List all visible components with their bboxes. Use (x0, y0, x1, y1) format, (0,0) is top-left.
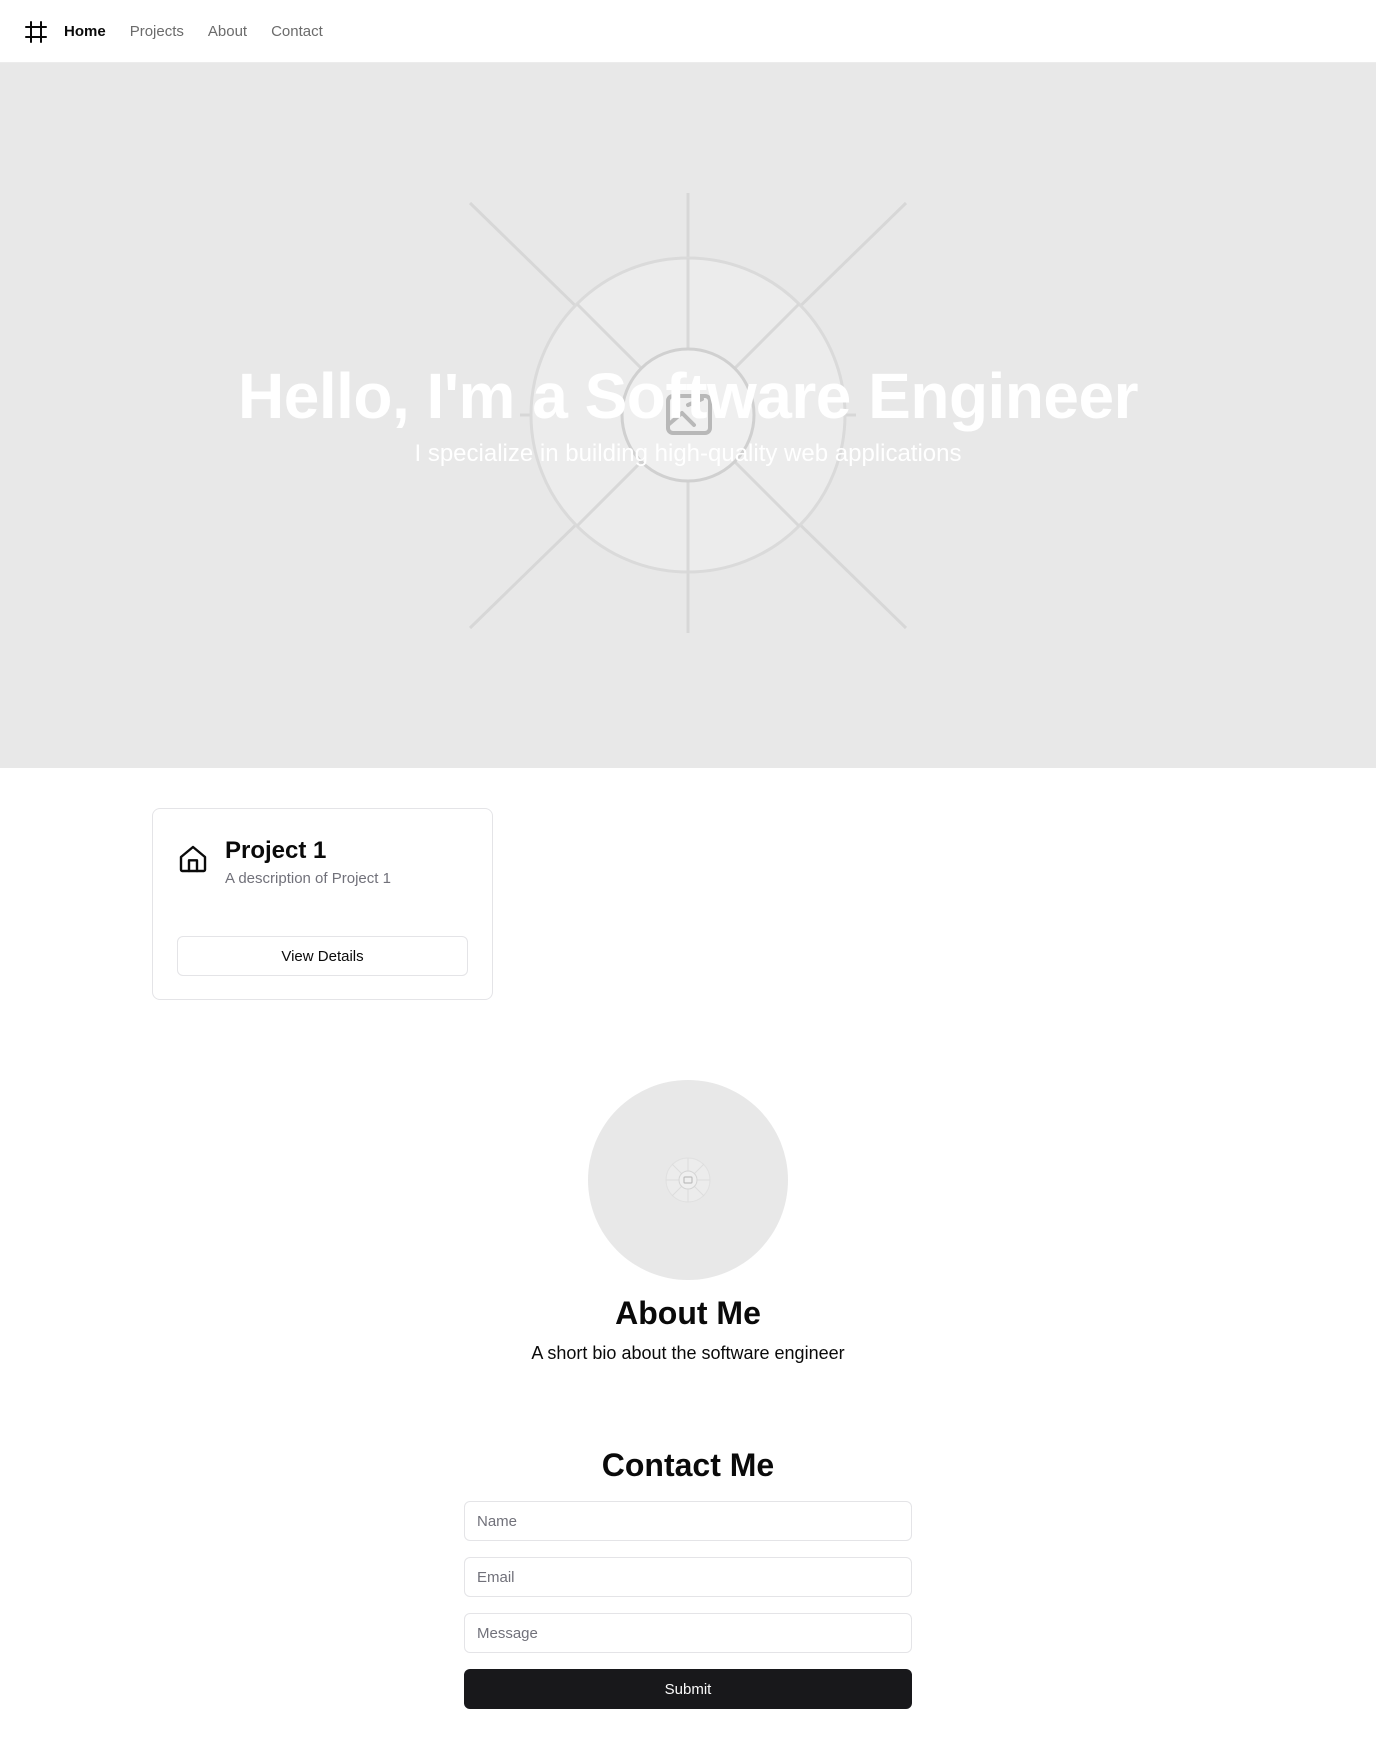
nav-link-about[interactable]: About (208, 23, 247, 40)
submit-button[interactable]: Submit (464, 1669, 912, 1709)
name-field[interactable] (464, 1501, 912, 1541)
project-card: Project 1 A description of Project 1 Vie… (152, 808, 493, 1000)
avatar (588, 1080, 788, 1280)
nav-link-contact[interactable]: Contact (271, 23, 323, 40)
top-nav: Home Projects About Contact (0, 0, 1376, 63)
hero-title: Hello, I'm a Software Engineer (238, 360, 1139, 432)
email-field[interactable] (464, 1557, 912, 1597)
page: Home Projects About Contact Hello, I'm a… (0, 0, 1376, 1748)
hash-frame-icon[interactable] (24, 20, 48, 44)
image-placeholder-icon (665, 1157, 711, 1203)
project-description: A description of Project 1 (225, 870, 391, 887)
home-icon (179, 845, 207, 873)
project-title: Project 1 (225, 837, 327, 864)
about-bio: A short bio about the software engineer (531, 1343, 845, 1363)
view-details-button[interactable]: View Details (177, 936, 468, 976)
hero-section: Hello, I'm a Software Engineer I special… (0, 63, 1376, 768)
message-field[interactable] (464, 1613, 912, 1653)
contact-title: Contact Me (601, 1447, 775, 1483)
nav-link-projects[interactable]: Projects (130, 23, 184, 40)
nav-links: Home Projects About Contact (64, 0, 347, 63)
hero-subtitle: I specialize in building high-quality we… (414, 440, 962, 467)
about-title: About Me (615, 1295, 761, 1331)
nav-link-home[interactable]: Home (64, 23, 106, 40)
